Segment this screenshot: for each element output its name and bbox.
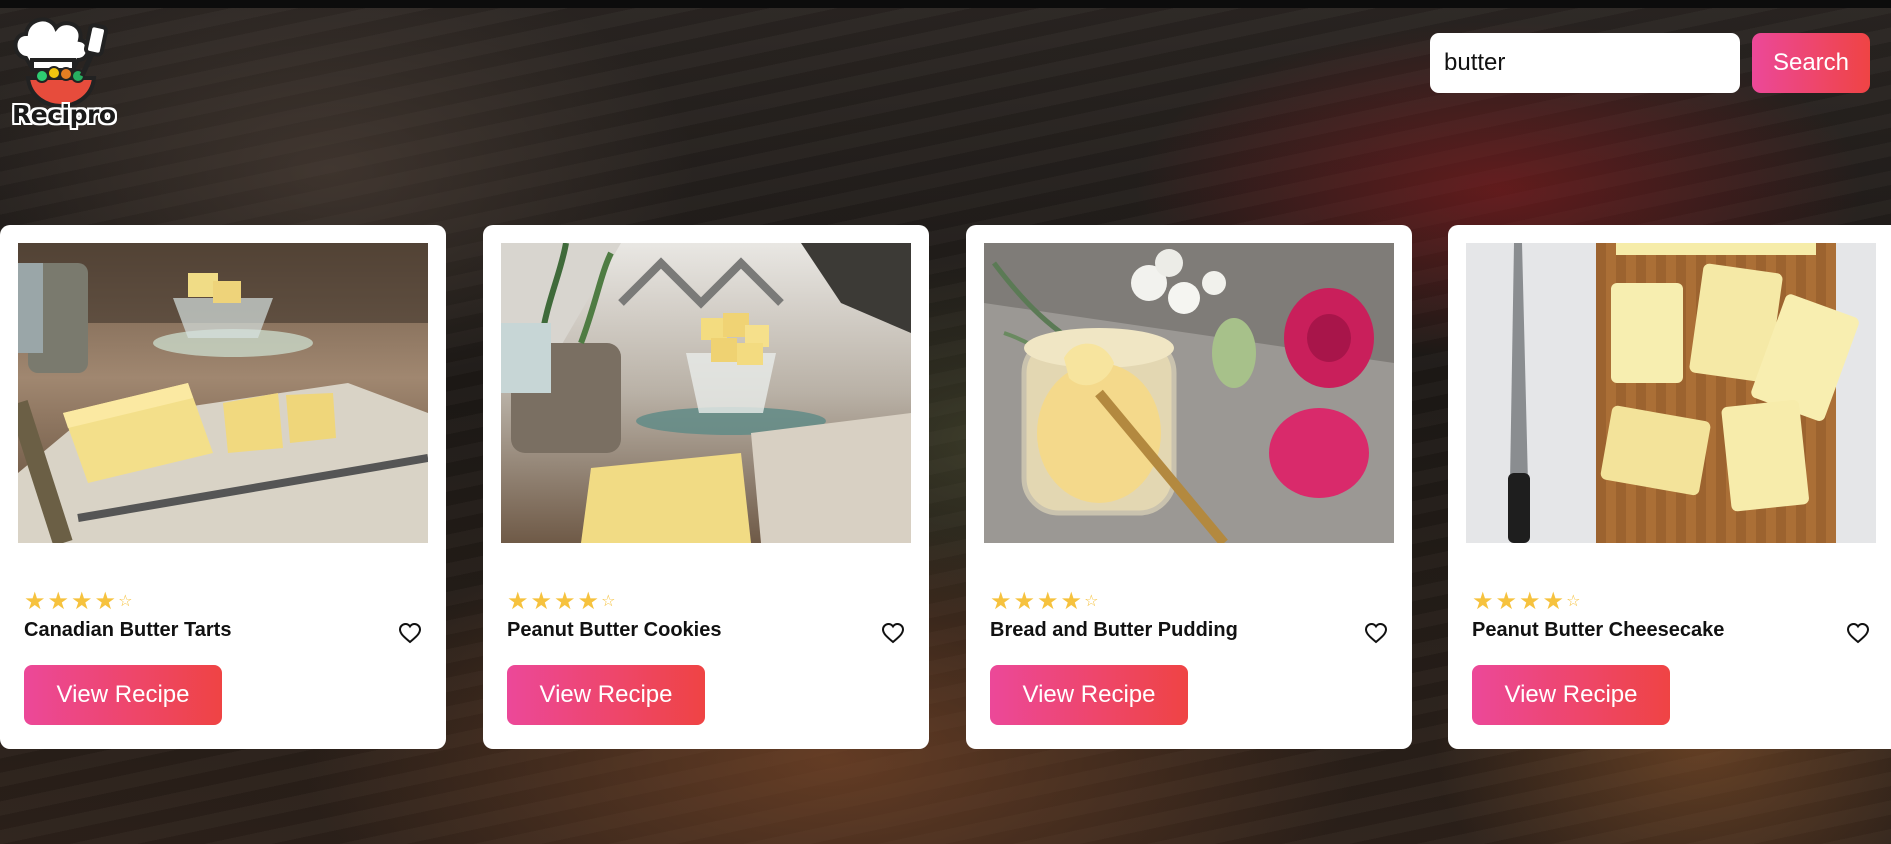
search-input[interactable]: [1430, 33, 1740, 93]
recipe-image[interactable]: [1466, 243, 1876, 543]
star-filled-icon: ★: [94, 587, 117, 615]
star-filled-icon: ★: [507, 587, 529, 615]
heart-outline-icon[interactable]: [881, 621, 905, 645]
star-filled-icon: ★: [1060, 587, 1083, 615]
chef-hat-logo-icon: [13, 17, 108, 109]
rating-stars: ★ ★ ★ ★ ☆: [24, 588, 132, 614]
star-filled-icon: ★: [990, 587, 1012, 615]
view-recipe-button[interactable]: View Recipe: [1472, 665, 1670, 725]
recipe-card: ★ ★ ★ ★ ☆ Bread and Butter Pudding View …: [966, 225, 1412, 749]
star-filled-icon: ★: [71, 587, 93, 615]
heart-outline-icon[interactable]: [398, 621, 422, 645]
star-outline-icon: ☆: [118, 591, 133, 610]
star-outline-icon: ☆: [1566, 591, 1581, 610]
recipe-image[interactable]: [501, 243, 911, 543]
star-filled-icon: ★: [47, 587, 70, 615]
star-filled-icon: ★: [1037, 587, 1059, 615]
star-filled-icon: ★: [1013, 587, 1036, 615]
star-filled-icon: ★: [1542, 587, 1565, 615]
recipe-card: ★ ★ ★ ★ ☆ Peanut Butter Cheesecake View …: [1448, 225, 1891, 749]
recipe-title: Canadian Butter Tarts: [24, 619, 232, 641]
heart-outline-icon[interactable]: [1364, 621, 1388, 645]
recipe-image[interactable]: [18, 243, 428, 543]
recipe-card: ★ ★ ★ ★ ☆ Peanut Butter Cookies View Rec…: [483, 225, 929, 749]
view-recipe-button[interactable]: View Recipe: [990, 665, 1188, 725]
star-filled-icon: ★: [1495, 587, 1518, 615]
rating-stars: ★ ★ ★ ★ ☆: [990, 588, 1098, 614]
star-filled-icon: ★: [530, 587, 553, 615]
star-outline-icon: ☆: [1084, 591, 1099, 610]
rating-stars: ★ ★ ★ ★ ☆: [507, 588, 615, 614]
view-recipe-button[interactable]: View Recipe: [507, 665, 705, 725]
star-filled-icon: ★: [577, 587, 600, 615]
view-recipe-button[interactable]: View Recipe: [24, 665, 222, 725]
star-filled-icon: ★: [24, 587, 46, 615]
app-logo[interactable]: Recipro: [8, 10, 118, 130]
heart-outline-icon[interactable]: [1846, 621, 1870, 645]
recipe-title: Peanut Butter Cookies: [507, 619, 722, 641]
search-button[interactable]: Search: [1752, 33, 1870, 93]
star-filled-icon: ★: [1472, 587, 1494, 615]
recipe-title: Bread and Butter Pudding: [990, 619, 1238, 641]
recipe-title: Peanut Butter Cheesecake: [1472, 619, 1725, 641]
rating-stars: ★ ★ ★ ★ ☆: [1472, 588, 1580, 614]
recipe-card: ★ ★ ★ ★ ☆ Canadian Butter Tarts View Rec…: [0, 225, 446, 749]
star-outline-icon: ☆: [601, 591, 616, 610]
top-edge-bar: [0, 0, 1891, 8]
star-filled-icon: ★: [1519, 587, 1541, 615]
logo-text: Recipro: [12, 100, 116, 129]
star-filled-icon: ★: [554, 587, 576, 615]
recipe-image[interactable]: [984, 243, 1394, 543]
